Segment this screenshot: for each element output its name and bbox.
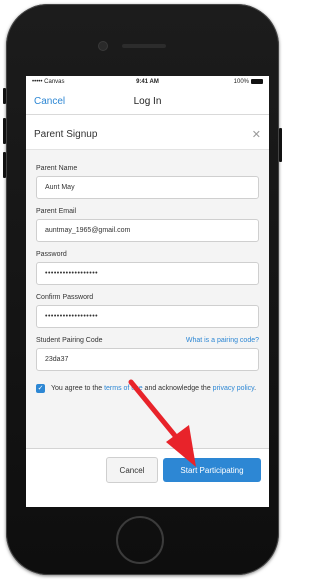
agreement-middle: and acknowledge the — [144, 385, 211, 392]
parent-name-label: Parent Name — [36, 165, 78, 172]
pairing-code-input[interactable]: 23da37 — [36, 348, 259, 371]
earpiece-speaker — [122, 44, 166, 48]
password-label: Password — [36, 251, 67, 258]
modal-title: Parent Signup — [34, 128, 98, 140]
password-input[interactable]: •••••••••••••••••• — [36, 262, 259, 285]
phone-side-button — [3, 88, 6, 104]
modal-footer: Cancel Start Participating — [26, 448, 269, 491]
status-time: 9:41 AM — [136, 79, 159, 85]
front-camera — [99, 42, 107, 50]
phone-screen: ••••• Canvas 9:41 AM 100% Cancel Log In … — [26, 76, 269, 507]
pairing-code-help-link[interactable]: What is a pairing code? — [186, 337, 259, 344]
agreement-row: ✓ You agree to the terms of use and ackn… — [36, 384, 259, 394]
confirm-password-input[interactable]: •••••••••••••••••• — [36, 305, 259, 328]
status-bar: ••••• Canvas 9:41 AM 100% — [26, 76, 269, 88]
phone-volume-up — [3, 118, 6, 144]
parent-email-label: Parent Email — [36, 208, 77, 215]
pairing-code-label: Student Pairing Code — [36, 337, 103, 344]
parent-email-input[interactable]: auntmay_1965@gmail.com — [36, 219, 259, 242]
terms-of-use-link[interactable]: terms of use — [104, 385, 143, 392]
start-participating-button[interactable]: Start Participating — [163, 458, 261, 482]
checkmark-icon: ✓ — [37, 385, 44, 392]
home-button[interactable] — [116, 516, 164, 564]
confirm-password-label: Confirm Password — [36, 294, 94, 301]
cancel-button[interactable]: Cancel — [106, 457, 158, 483]
pairing-code-label-row: Student Pairing Code What is a pairing c… — [36, 337, 259, 344]
nav-cancel-button[interactable]: Cancel — [34, 96, 65, 107]
nav-bar: Cancel Log In — [26, 88, 269, 115]
parent-name-input[interactable]: Aunt May — [36, 176, 259, 199]
phone-volume-down — [3, 152, 6, 178]
agreement-prefix: You agree to the — [51, 385, 103, 392]
signup-form: Parent Name Aunt May Parent Email auntma… — [26, 150, 269, 462]
close-icon[interactable]: ✕ — [252, 128, 261, 141]
agreement-text: You agree to the terms of use and acknow… — [51, 384, 256, 394]
agreement-suffix: . — [254, 385, 257, 392]
agreement-checkbox[interactable]: ✓ — [36, 384, 45, 393]
phone-power-button — [279, 128, 282, 162]
privacy-policy-link[interactable]: privacy policy — [213, 385, 255, 392]
modal-header: Parent Signup ✕ — [26, 119, 269, 150]
